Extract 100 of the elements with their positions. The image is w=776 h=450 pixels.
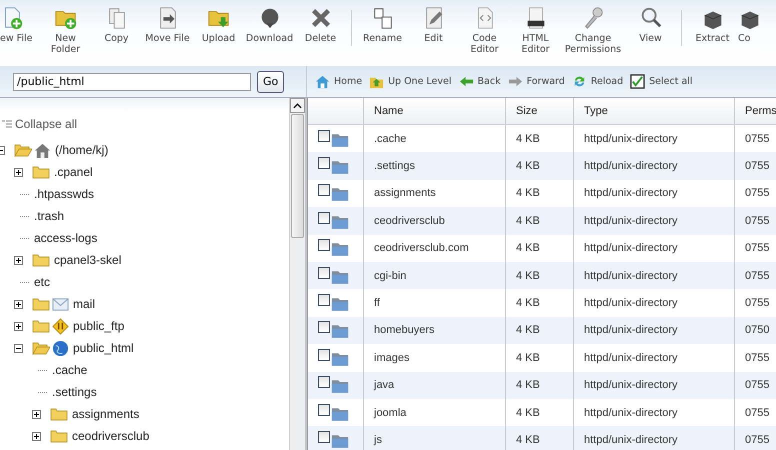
folder-icon	[331, 352, 349, 367]
tree-item[interactable]: .trash	[32, 209, 64, 223]
tree-item[interactable]: cpanel3-skel	[52, 253, 122, 267]
row-checkbox[interactable]	[318, 130, 330, 142]
collapse-toggle[interactable]	[14, 344, 23, 352]
new-file-button[interactable]: ew File	[0, 6, 40, 44]
table-cell-text: 0755	[744, 132, 770, 147]
scrollbar[interactable]	[289, 98, 305, 450]
folder-icon	[331, 270, 349, 285]
expand-toggle[interactable]	[14, 168, 23, 176]
tree-item[interactable]: .cache	[50, 363, 88, 377]
tree-item[interactable]: etc	[32, 275, 50, 289]
copy-button[interactable]: Copy	[91, 6, 142, 44]
select-all-button[interactable]: Select all	[630, 74, 693, 89]
folder-icon	[50, 429, 68, 443]
tree-item[interactable]: public_html	[71, 341, 134, 355]
delete-button[interactable]: Delete	[295, 6, 346, 44]
table-cell-text: 0755	[744, 241, 770, 256]
envelope-icon	[52, 296, 69, 312]
table-cell-text: 0755	[744, 350, 770, 366]
left-arrow-icon	[458, 74, 474, 89]
column-header[interactable]: Name	[364, 98, 506, 124]
row-checkbox[interactable]	[318, 430, 330, 443]
folder-icon	[331, 242, 349, 258]
folder-icon	[331, 434, 349, 449]
file-name[interactable]: js	[364, 426, 506, 450]
table-cell: httpd/unix-directory	[574, 426, 735, 450]
edit-button[interactable]: Edit	[408, 6, 459, 44]
list-icon	[2, 119, 12, 129]
row-checkbox[interactable]	[318, 239, 330, 252]
rename-button[interactable]: Rename	[357, 6, 408, 44]
row-checkbox[interactable]	[318, 376, 330, 388]
code-button[interactable]: Code Editor	[459, 6, 510, 55]
table-cell-text: 0755	[744, 159, 770, 174]
row-checkbox[interactable]	[318, 348, 330, 361]
folder-icon	[331, 324, 349, 340]
folder-icon	[32, 253, 50, 267]
path-field[interactable]: /public_html	[13, 72, 251, 90]
tree-item[interactable]: (/home/kj)	[53, 143, 108, 157]
caret-up-icon	[293, 102, 302, 108]
open-folder-icon	[14, 143, 32, 157]
extract-button[interactable]: Extract	[687, 6, 738, 44]
column-header[interactable]: Type	[574, 98, 735, 124]
table-cell-text: 0755	[744, 378, 770, 394]
tree-item[interactable]: mail	[71, 297, 96, 311]
reload-button[interactable]: Reload	[572, 74, 624, 89]
tree-item[interactable]: ceodriversclub	[70, 429, 150, 443]
folder-icon	[50, 407, 68, 421]
expand-toggle[interactable]	[14, 322, 23, 330]
table-cell-text: 0755	[744, 186, 770, 202]
tree-item[interactable]: public_ftp	[71, 319, 124, 333]
scroll-thumb[interactable]	[291, 114, 304, 238]
expand-toggle[interactable]	[32, 432, 41, 440]
folder-icon	[331, 214, 349, 230]
back-button[interactable]: Back	[458, 74, 501, 89]
row-checkbox[interactable]	[318, 404, 330, 416]
folder-icon	[331, 132, 349, 148]
scroll-up-button[interactable]	[290, 98, 305, 113]
expand-toggle[interactable]	[32, 410, 41, 418]
table-cell-text: 0755	[744, 268, 770, 284]
move-button[interactable]: Move File	[142, 6, 193, 44]
expand-toggle[interactable]	[14, 256, 23, 264]
row-checkbox[interactable]	[318, 266, 330, 279]
row-checkbox[interactable]	[318, 321, 330, 334]
download-button[interactable]: Download	[244, 6, 295, 44]
house-icon	[315, 74, 330, 89]
table-cell-text: 0755	[744, 296, 770, 312]
tree-item[interactable]: access-logs	[32, 231, 98, 245]
new-folder-button[interactable]: New Folder	[40, 6, 91, 55]
checkbox-icon	[630, 74, 646, 89]
folder-icon	[331, 297, 349, 312]
table-cell-text: 0755	[744, 406, 770, 421]
warning-sign-icon	[52, 318, 69, 334]
folder-icon	[331, 379, 349, 394]
home-button[interactable]: Home	[315, 74, 362, 89]
row-checkbox[interactable]	[318, 294, 330, 306]
row-checkbox[interactable]	[318, 184, 330, 196]
upload-button[interactable]: Upload	[193, 6, 244, 44]
expand-toggle[interactable]	[14, 300, 23, 308]
column-header[interactable]: Size	[506, 98, 574, 124]
column-header[interactable]: Perms	[735, 98, 776, 124]
row-checkbox[interactable]	[318, 157, 330, 170]
tree-item[interactable]: .cpanel	[52, 165, 93, 179]
tree-item[interactable]: .settings	[50, 385, 97, 399]
permissions-button[interactable]: Change Permissions	[561, 6, 625, 55]
html-button[interactable]: HTML Editor	[510, 6, 561, 55]
go-button[interactable]: Go	[257, 70, 284, 92]
up-button[interactable]: Up One Level	[369, 74, 452, 89]
collapse-all-link[interactable]: Collapse all	[15, 117, 78, 131]
row-checkbox[interactable]	[318, 212, 330, 224]
tree-item[interactable]: assignments	[70, 407, 140, 421]
folder-icon	[32, 165, 50, 179]
compress-button[interactable]: Co	[738, 6, 762, 44]
home-icon	[34, 142, 51, 158]
globe-icon	[52, 340, 69, 356]
table-cell-text: 0755	[744, 432, 770, 448]
forward-button[interactable]: Forward	[508, 74, 565, 89]
view-button[interactable]: View	[625, 6, 676, 44]
folder-icon	[331, 160, 349, 176]
tree-item[interactable]: .htpasswds	[32, 187, 94, 201]
